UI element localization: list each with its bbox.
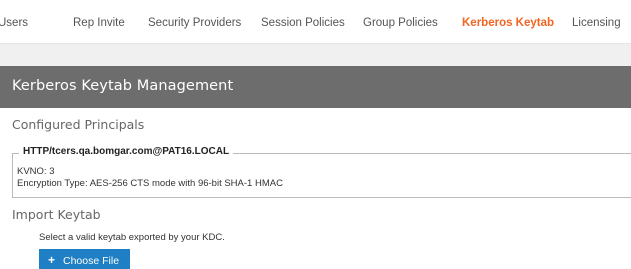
tab-group-policies[interactable]: Group Policies [363, 17, 438, 29]
principal-box: HTTP/tcers.qa.bomgar.com@PAT16.LOCAL KVN… [12, 146, 631, 198]
import-keytab-heading: Import Keytab [12, 207, 101, 222]
tab-rep-invite[interactable]: Rep Invite [73, 17, 125, 29]
principal-name: HTTP/tcers.qa.bomgar.com@PAT16.LOCAL [19, 146, 234, 157]
tab-kerberos-keytab[interactable]: Kerberos Keytab [462, 17, 554, 29]
tab-session-policies[interactable]: Session Policies [261, 17, 345, 29]
panel-header: Kerberos Keytab Management [0, 66, 631, 108]
tab-licensing[interactable]: Licensing [572, 17, 621, 29]
principal-kvno: KVNO: 3 [17, 166, 55, 177]
tab-spacer [0, 44, 631, 66]
page-title: Kerberos Keytab Management [12, 78, 234, 94]
configured-principals-heading: Configured Principals [12, 117, 145, 132]
tab-users[interactable]: Users [0, 17, 28, 29]
principal-encryption: Encryption Type: AES-256 CTS mode with 9… [17, 178, 283, 189]
tab-bar: Users Rep Invite Security Providers Sess… [0, 0, 631, 44]
import-description: Select a valid keytab exported by your K… [39, 232, 225, 243]
choose-file-button[interactable]: + Choose File [39, 249, 130, 269]
plus-icon: + [48, 253, 56, 267]
tab-security-providers[interactable]: Security Providers [148, 17, 241, 29]
choose-file-label: Choose File [63, 255, 120, 267]
